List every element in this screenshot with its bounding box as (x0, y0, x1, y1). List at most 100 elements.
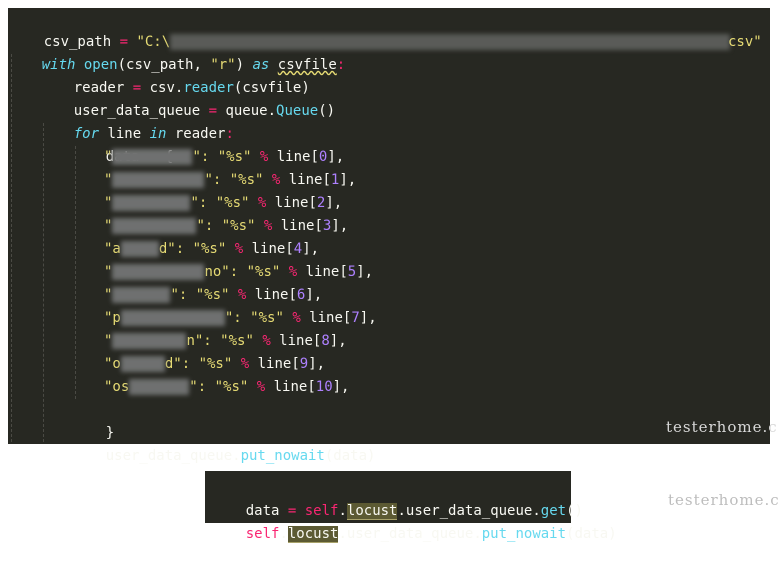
token-string: no" (204, 264, 230, 280)
token-text: ], (329, 333, 347, 349)
indent-guide (11, 54, 12, 442)
token-text: line[ (268, 149, 319, 165)
token-string: d" (158, 241, 176, 257)
token-string: : "%s" (233, 310, 293, 326)
token-string: " (104, 172, 113, 188)
redacted-key (112, 218, 197, 234)
token-string: : "%s" (197, 379, 257, 395)
token-text: line[ (280, 172, 331, 188)
redacted-key (112, 149, 193, 165)
dict-entry-line: "a d": "%s" % line[4], (104, 238, 319, 261)
token-string: " (104, 195, 113, 211)
token-string: " (170, 287, 179, 303)
token-function: Queue (276, 103, 319, 119)
token-string: " (104, 218, 113, 234)
code-line-3: reader = csv.reader(csvfile) (40, 54, 310, 96)
token-string: " (189, 379, 198, 395)
dict-entry-line: " n": "%s" % line[8], (104, 330, 347, 353)
token-op: % (262, 333, 271, 349)
dict-entry-line: " ": "%s" % line[3], (104, 215, 348, 238)
token-text: ], (327, 149, 345, 165)
redacted-key (120, 241, 159, 257)
token-text: line[ (270, 333, 322, 349)
code-line-close-brace: } (72, 399, 114, 441)
token-text: (data) (324, 448, 376, 464)
token-string: : "%s" (181, 356, 241, 372)
token-number: 7 (351, 310, 360, 326)
token-text: line[ (265, 379, 316, 395)
token-text: line[ (266, 195, 317, 211)
snippet-line-2: self.locust.user_data_queue.put_nowait(d… (212, 500, 617, 543)
snippet-line-1: data = self.locust.user_data_queue.get() (212, 477, 583, 520)
dict-entry-line: " ": "%s" % line[1], (104, 169, 356, 192)
dict-entry-line: " ": "%s" % line[0], (104, 146, 344, 169)
token-text: ], (359, 310, 377, 326)
redacted-key (112, 333, 187, 349)
token-text: (data) (566, 526, 617, 542)
token-string: "p (104, 310, 121, 326)
token-op: : (336, 57, 346, 73)
token-string: " (104, 149, 113, 165)
token-string: " (192, 149, 201, 165)
redacted-key (112, 264, 205, 280)
code-line-2: with open(csv_path, "r") as csvfile: (8, 31, 346, 73)
code-line-4: user_data_queue = queue.Queue() (40, 77, 335, 119)
token-text: ], (331, 218, 349, 234)
watermark-snippet: testerhome.com (668, 491, 778, 509)
token-string: : "%s" (178, 287, 238, 303)
token-op: : (225, 126, 234, 142)
token-op: % (288, 264, 298, 280)
token-string: " (104, 333, 113, 349)
dict-entry-line: "o d": "%s" % line[9], (104, 353, 325, 376)
token-text: ], (305, 287, 323, 303)
redacted-key (120, 310, 225, 326)
dict-entry-line: "p ": "%s" % line[7], (104, 307, 377, 330)
token-text: ], (339, 172, 357, 188)
token-number: 9 (299, 356, 309, 372)
dict-entry-line: " no": "%s" % line[5], (104, 261, 373, 284)
redacted-key (112, 172, 205, 188)
token-string: : "%s" (212, 172, 272, 188)
token-text: reader (166, 126, 226, 142)
token-string: : "%s" (204, 218, 264, 234)
token-op: % (240, 356, 250, 372)
redacted-key (120, 356, 165, 372)
token-string: "o (104, 356, 121, 372)
code-editor-main: csv_path = "C:\ csv" with open(csv_path, … (8, 8, 778, 464)
token-string: "a (104, 241, 121, 257)
token-string: : "%s" (203, 333, 263, 349)
token-text: ], (325, 195, 343, 211)
token-string: : "%s" (198, 195, 258, 211)
token-function: put_nowait (481, 526, 567, 542)
token-text: ], (308, 356, 326, 372)
token-op: % (234, 241, 244, 257)
token-string: " (196, 218, 205, 234)
code-line-last: user_data_queue.put_nowait(data) (72, 422, 376, 464)
token-string: " (204, 172, 213, 188)
token-text: user_data_queue. (105, 448, 241, 464)
token-string: "os (104, 379, 130, 395)
token-op: % (292, 310, 301, 326)
token-string: : "%s" (229, 264, 289, 280)
token-number: 10 (315, 379, 333, 395)
redacted-key (129, 379, 190, 395)
code-line-5: for line in reader: (40, 100, 234, 142)
redacted-key (112, 287, 171, 303)
token-string: " (104, 287, 113, 303)
token-string: : "%s" (175, 241, 235, 257)
code-line-6: data = { (72, 123, 173, 165)
token-string: n" (186, 333, 204, 349)
token-text: line[ (249, 356, 300, 372)
token-string: " (104, 264, 113, 280)
token-op: % (256, 379, 266, 395)
token-function: put_nowait (240, 448, 325, 464)
token-text: .user_data_queue. (338, 526, 482, 542)
token-text: line[ (297, 264, 348, 280)
dict-entry-line: "os ": "%s" % line[10], (104, 376, 349, 399)
token-string: " (190, 195, 199, 211)
token-string: d" (164, 356, 182, 372)
token-text: ], (302, 241, 320, 257)
token-text: () (318, 103, 336, 119)
token-highlight: locust (287, 526, 339, 543)
token-number: 4 (293, 241, 303, 257)
